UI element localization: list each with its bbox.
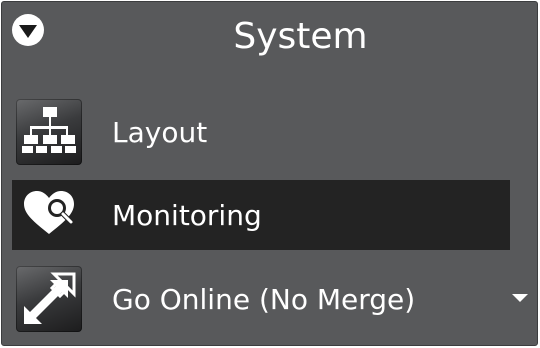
menu-item-label: Layout	[112, 115, 208, 149]
menu-item-monitoring[interactable]: Monitoring	[12, 180, 510, 250]
network-layout-icon	[16, 99, 82, 165]
menu-item-label: Go Online (No Merge)	[112, 282, 416, 316]
menu-item-go-online[interactable]: Go Online (No Merge)	[12, 264, 528, 334]
panel-title: System	[233, 16, 368, 57]
menu-item-label: Monitoring	[112, 198, 262, 232]
menu-item-layout[interactable]: Layout	[12, 97, 510, 167]
expand-arrows-icon	[16, 266, 82, 332]
heart-magnifier-icon	[16, 182, 82, 248]
system-panel: System Layout Monitoring Go Online (No M…	[1, 1, 538, 346]
dropdown-arrow-icon[interactable]	[512, 294, 528, 302]
